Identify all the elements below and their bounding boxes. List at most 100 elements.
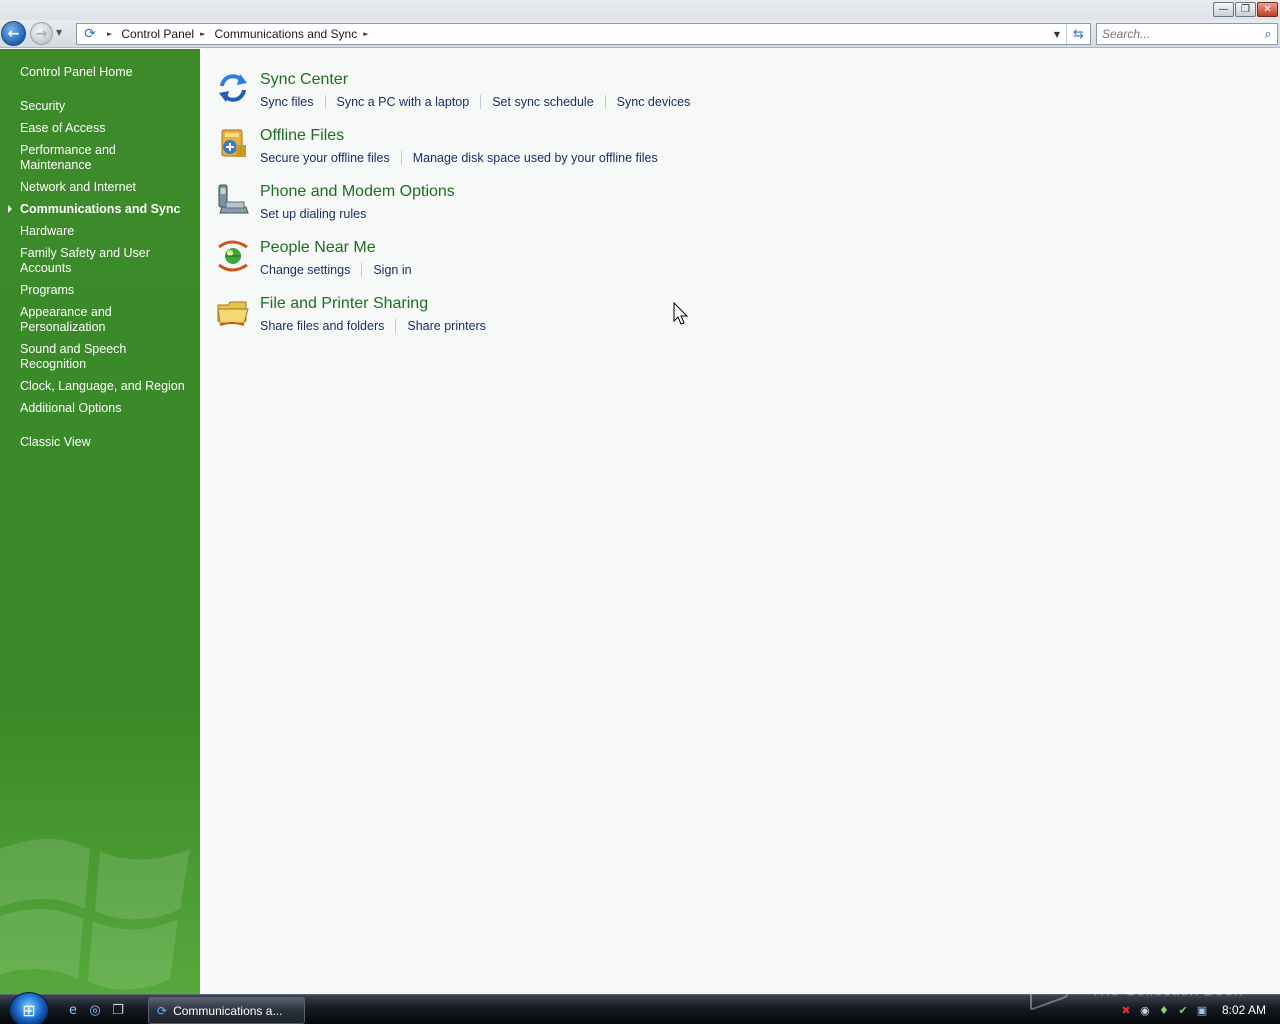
sidebar-item-appearance-and-personalization[interactable]: Appearance and Personalization <box>20 305 190 335</box>
caption-buttons: — ❐ ✕ <box>1213 2 1278 17</box>
power-icon[interactable]: ✔ <box>1175 1002 1191 1018</box>
history-dropdown-icon[interactable]: ▼ <box>56 28 66 40</box>
search-input[interactable] <box>1097 25 1259 43</box>
address-dropdown-icon[interactable]: ▼ <box>1048 30 1066 39</box>
system-tray: ✖ ◉ ♦ ✔ ▣ 8:02 AM <box>1115 995 1280 1024</box>
offline-files-title[interactable]: Offline Files <box>260 127 344 145</box>
phone-modem-links: Set up dialing rules <box>260 207 366 221</box>
sidebar-item-label: Clock, Language, and Region <box>20 379 185 393</box>
forward-arrow-icon: → <box>35 25 48 42</box>
link-divider <box>604 95 606 109</box>
sidebar-item-security[interactable]: Security <box>20 99 190 114</box>
search-box[interactable]: ⌕ <box>1096 23 1278 45</box>
active-arrow-icon <box>8 205 12 213</box>
forward-button[interactable]: → <box>30 22 53 45</box>
file-printer-sharing-links: Share files and folders Share printers <box>260 319 486 333</box>
start-button[interactable]: ⊞ <box>9 992 49 1024</box>
speaker-icon[interactable]: ◉ <box>1137 1002 1153 1018</box>
link-divider <box>480 95 482 109</box>
windows-logo-icon: ⊞ <box>22 1000 36 1020</box>
close-icon: ✕ <box>1263 3 1272 15</box>
breadcrumb-control-panel[interactable]: Control Panel <box>121 27 194 41</box>
breadcrumb-chevron-icon[interactable]: ► <box>200 30 205 38</box>
maximize-button[interactable]: ❐ <box>1235 2 1256 17</box>
address-bar[interactable]: ⟳ ► Control Panel ► Communications and S… <box>76 23 1091 45</box>
sidebar-item-network-and-internet[interactable]: Network and Internet <box>20 180 190 195</box>
internet-explorer-icon[interactable]: e <box>64 1001 82 1019</box>
sync-center-icon[interactable] <box>216 71 250 105</box>
sidebar-item-family-safety-and-user-accounts[interactable]: Family Safety and User Accounts <box>20 246 190 276</box>
breadcrumb-root-chevron-icon[interactable]: ► <box>107 30 112 38</box>
people-near-me-icon[interactable] <box>216 239 250 273</box>
back-button[interactable]: ← <box>1 21 26 46</box>
manage-disk-space-link[interactable]: Manage disk space used by your offline f… <box>413 151 658 165</box>
share-files-folders-link[interactable]: Share files and folders <box>260 319 384 333</box>
classic-view-link[interactable]: Classic View <box>20 435 91 449</box>
security-alert-icon[interactable]: ✖ <box>1118 1002 1134 1018</box>
category-sync-center: Sync Center Sync files Sync a PC with a … <box>216 71 916 121</box>
network-icon[interactable]: ♦ <box>1156 1002 1172 1018</box>
sidebar-item-ease-of-access[interactable]: Ease of Access <box>20 121 190 136</box>
change-settings-link[interactable]: Change settings <box>260 263 350 277</box>
breadcrumb-communications-sync[interactable]: Communications and Sync <box>215 27 358 41</box>
search-icon[interactable]: ⌕ <box>1259 27 1277 42</box>
sidebar-item-sound-and-speech-recognition[interactable]: Sound and Speech Recognition <box>20 342 190 372</box>
minimize-button[interactable]: — <box>1213 2 1234 17</box>
sidebar-item-clock-language-and-region[interactable]: Clock, Language, and Region <box>20 379 190 394</box>
back-arrow-icon: ← <box>7 25 20 42</box>
file-printer-sharing-title[interactable]: File and Printer Sharing <box>260 295 428 313</box>
offline-files-links: Secure your offline files Manage disk sp… <box>260 151 658 165</box>
breadcrumb-chevron-icon[interactable]: ► <box>363 30 368 38</box>
sync-devices-link[interactable]: Sync devices <box>617 95 691 109</box>
sidebar-item-label: Additional Options <box>20 401 122 415</box>
clock[interactable]: 8:02 AM <box>1222 1003 1266 1017</box>
taskbar-window-button[interactable]: ⟳ Communications a... <box>148 997 305 1024</box>
secure-offline-files-link[interactable]: Secure your offline files <box>260 151 390 165</box>
set-up-dialing-rules-link[interactable]: Set up dialing rules <box>260 207 366 221</box>
category-offline-files: Offline Files Secure your offline files … <box>216 127 916 177</box>
close-button[interactable]: ✕ <box>1257 2 1278 17</box>
display-icon[interactable]: ▣ <box>1194 1002 1210 1018</box>
file-printer-sharing-icon[interactable] <box>216 295 250 329</box>
sidebar-item-additional-options[interactable]: Additional Options <box>20 401 190 416</box>
link-divider <box>400 151 402 165</box>
navigation-bar: ← → ▼ ⟳ ► Control Panel ► Communications… <box>0 20 1280 48</box>
category-phone-modem: Phone and Modem Options Set up dialing r… <box>216 183 916 233</box>
sidebar-item-performance-and-maintenance[interactable]: Performance and Maintenance <box>20 143 190 173</box>
refresh-icon[interactable]: ⇆ <box>1066 24 1090 44</box>
sync-center-title[interactable]: Sync Center <box>260 71 348 89</box>
sync-center-links: Sync files Sync a PC with a laptop Set s… <box>260 95 690 109</box>
sidebar-item-programs[interactable]: Programs <box>20 283 190 298</box>
phone-modem-icon[interactable] <box>216 183 250 217</box>
sidebar-item-label: Network and Internet <box>20 180 137 194</box>
sync-files-link[interactable]: Sync files <box>260 95 314 109</box>
ie-alt-icon[interactable]: ◎ <box>86 1001 104 1019</box>
minimize-icon: — <box>1218 3 1229 15</box>
sidebar-item-label: Performance and Maintenance <box>20 143 116 172</box>
sidebar-item-label: Hardware <box>20 224 75 238</box>
share-printers-link[interactable]: Share printers <box>407 319 486 333</box>
category-file-printer-sharing: File and Printer Sharing Share files and… <box>216 295 916 345</box>
sidebar-item-hardware[interactable]: Hardware <box>20 224 190 239</box>
sidebar-item-label: Communications and Sync <box>20 202 181 216</box>
sidebar-item-communications-and-sync[interactable]: Communications and Sync <box>8 202 190 217</box>
category-people-near-me: People Near Me Change settings Sign in <box>216 239 916 289</box>
control-panel-home-link[interactable]: Control Panel Home <box>20 65 133 79</box>
control-panel-task-icon: ⟳ <box>157 1003 168 1018</box>
switch-windows-icon[interactable]: ❐ <box>109 1001 127 1019</box>
window-caption: — ❐ ✕ <box>0 0 1280 20</box>
sign-in-link[interactable]: Sign in <box>373 263 411 277</box>
sidebar-item-label: Ease of Access <box>20 121 106 135</box>
mouse-cursor-icon <box>673 302 689 325</box>
sidebar-item-label: Security <box>20 99 66 113</box>
phone-modem-title[interactable]: Phone and Modem Options <box>260 183 455 201</box>
sidebar-item-label: Programs <box>20 283 75 297</box>
set-sync-schedule-link[interactable]: Set sync schedule <box>492 95 593 109</box>
sync-pc-laptop-link[interactable]: Sync a PC with a laptop <box>337 95 470 109</box>
offline-files-icon[interactable] <box>216 127 250 161</box>
people-near-me-links: Change settings Sign in <box>260 263 412 277</box>
windows-logo-watermark-icon <box>0 839 190 990</box>
people-near-me-title[interactable]: People Near Me <box>260 239 376 257</box>
taskbar: ⊞ e ◎ ❐ ⟳ Communications a... ✖ ◉ ♦ ✔ ▣ … <box>0 992 1280 1024</box>
restore-icon: ❐ <box>1241 3 1250 15</box>
